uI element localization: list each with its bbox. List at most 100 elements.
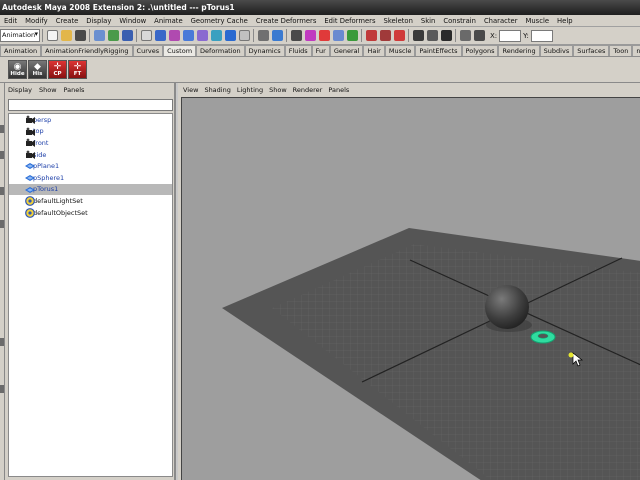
- perspective-viewport[interactable]: [181, 97, 640, 480]
- select-hierarchy-icon[interactable]: [93, 30, 105, 41]
- shelf-tab-general[interactable]: General: [329, 45, 364, 56]
- menu-window[interactable]: Window: [115, 17, 150, 25]
- shelf-tab-animation-friendly-rigging[interactable]: AnimationFriendlyRigging: [41, 45, 133, 56]
- highlight-selection-icon[interactable]: [271, 30, 283, 41]
- viewport-menu-shading[interactable]: Shading: [204, 86, 230, 94]
- move-handle-icon[interactable]: [568, 352, 574, 358]
- outliner-menu-show[interactable]: Show: [39, 86, 57, 94]
- outliner-menu-panels[interactable]: Panels: [64, 86, 85, 94]
- shelf-tab-fur[interactable]: Fur: [311, 45, 330, 56]
- outliner-item-ptorus1[interactable]: pTorus1: [9, 183, 172, 196]
- toolbox-layout-icon[interactable]: [0, 338, 4, 346]
- menu-edit-deformers[interactable]: Edit Deformers: [320, 17, 379, 25]
- y-field[interactable]: [530, 29, 553, 42]
- shelf-tab-rendering[interactable]: Rendering: [498, 45, 540, 56]
- shelf-tab-fluids[interactable]: Fluids: [284, 45, 312, 56]
- shelf-tab-dynamics[interactable]: Dynamics: [244, 45, 285, 56]
- snap-point-icon[interactable]: [318, 30, 330, 41]
- numeric-input: X: Y:: [488, 29, 553, 42]
- outliner-item-top[interactable]: top: [9, 126, 172, 138]
- x-field[interactable]: [499, 29, 522, 42]
- shelf-tab-surfaces[interactable]: Surfaces: [573, 45, 610, 56]
- outliner-item-front[interactable]: front: [9, 137, 172, 149]
- shelf-tab-toon[interactable]: Toon: [609, 45, 633, 56]
- viewport-menu-panels[interactable]: Panels: [328, 86, 349, 94]
- outliner-filter-field[interactable]: [8, 99, 173, 111]
- shelf-tab-hair[interactable]: Hair: [363, 45, 385, 56]
- render-settings-icon[interactable]: [440, 30, 452, 41]
- select-object-icon[interactable]: [107, 30, 119, 41]
- history-input-icon[interactable]: [365, 30, 377, 41]
- psphere1-mesh[interactable]: [485, 285, 529, 329]
- shelf-tab-curves[interactable]: Curves: [132, 45, 164, 56]
- window-title: Autodesk Maya 2008 Extension 2: .\untitl…: [0, 0, 640, 15]
- menu-skin[interactable]: Skin: [417, 17, 439, 25]
- input-line-menu-icon[interactable]: [459, 30, 471, 41]
- shelf-freeze-transform-button[interactable]: ✛ FT: [68, 60, 87, 79]
- history-output-icon[interactable]: [379, 30, 391, 41]
- outliner-item-side[interactable]: side: [9, 149, 172, 161]
- mask-handles-icon[interactable]: [140, 30, 152, 41]
- snap-curve-icon[interactable]: [304, 30, 316, 41]
- mask-joints-icon[interactable]: [154, 30, 166, 41]
- toolbox-select-icon[interactable]: [0, 125, 4, 133]
- shelf-center-pivot-button[interactable]: ✛ CP: [48, 60, 67, 79]
- save-scene-icon[interactable]: [74, 30, 86, 41]
- shelf-tab-animation[interactable]: Animation: [0, 45, 42, 56]
- outliner-menu: Display Show Panels: [5, 83, 174, 97]
- menu-edit[interactable]: Edit: [0, 17, 21, 25]
- open-scene-icon[interactable]: [60, 30, 72, 41]
- menu-muscle[interactable]: Muscle: [522, 17, 554, 25]
- outliner-item-psphere1[interactable]: pSphere1: [9, 172, 172, 184]
- shelf-hide-button[interactable]: ◉ Hide: [8, 60, 27, 79]
- toolbox-rotate-icon[interactable]: [0, 187, 4, 195]
- lock-selection-icon[interactable]: [257, 30, 269, 41]
- menu-character[interactable]: Character: [480, 17, 522, 25]
- ipr-render-icon[interactable]: [426, 30, 438, 41]
- toolbox-move-icon[interactable]: [0, 151, 4, 159]
- shelf-history-button[interactable]: ◆ His: [28, 60, 47, 79]
- select-component-icon[interactable]: [121, 30, 133, 41]
- outliner-item-defaultobjectset[interactable]: defaultObjectSet: [9, 207, 172, 219]
- menu-constrain[interactable]: Constrain: [439, 17, 480, 25]
- menu-geometry-cache[interactable]: Geometry Cache: [187, 17, 252, 25]
- mask-rendering-icon[interactable]: [224, 30, 236, 41]
- viewport-menu-renderer[interactable]: Renderer: [293, 86, 323, 94]
- render-frame-icon[interactable]: [412, 30, 424, 41]
- viewport-menu-show[interactable]: Show: [269, 86, 287, 94]
- menu-display[interactable]: Display: [82, 17, 115, 25]
- shelf-tab-polygons[interactable]: Polygons: [461, 45, 499, 56]
- shelf-tab-deformation[interactable]: Deformation: [196, 45, 245, 56]
- snap-view-plane-icon[interactable]: [332, 30, 344, 41]
- menu-create[interactable]: Create: [52, 17, 83, 25]
- menu-modify[interactable]: Modify: [21, 17, 52, 25]
- shelf-tab-ncloth[interactable]: nCloth: [632, 45, 640, 56]
- make-live-icon[interactable]: [346, 30, 358, 41]
- shelf-tab-subdivs[interactable]: Subdivs: [539, 45, 574, 56]
- toolbox-layout-icon[interactable]: [0, 385, 4, 393]
- construction-history-icon[interactable]: [393, 30, 405, 41]
- outliner-item-persp[interactable]: persp: [9, 114, 172, 126]
- transform-mode-icon[interactable]: [473, 30, 485, 41]
- mask-dynamics-icon[interactable]: [210, 30, 222, 41]
- outliner-item-defaultlightset[interactable]: defaultLightSet: [9, 195, 172, 207]
- shelf-tab-muscle[interactable]: Muscle: [384, 45, 416, 56]
- menu-set-dropdown[interactable]: Animation: [0, 29, 40, 42]
- menu-create-deformers[interactable]: Create Deformers: [252, 17, 321, 25]
- outliner-menu-display[interactable]: Display: [8, 86, 32, 94]
- menu-animate[interactable]: Animate: [150, 17, 186, 25]
- menu-skeleton[interactable]: Skeleton: [380, 17, 417, 25]
- shelf-tab-custom[interactable]: Custom: [163, 45, 197, 56]
- snap-grid-icon[interactable]: [290, 30, 302, 41]
- viewport-menu-view[interactable]: View: [183, 86, 198, 94]
- mask-curves-icon[interactable]: [168, 30, 180, 41]
- mask-surfaces-icon[interactable]: [182, 30, 194, 41]
- new-scene-icon[interactable]: [46, 30, 58, 41]
- mask-deformers-icon[interactable]: [196, 30, 208, 41]
- mask-misc-icon[interactable]: [238, 30, 250, 41]
- menu-help[interactable]: Help: [553, 17, 577, 25]
- shelf-tab-paint-effects[interactable]: PaintEffects: [415, 45, 462, 56]
- outliner-item-pplane1[interactable]: pPlane1: [9, 160, 172, 172]
- viewport-menu-lighting[interactable]: Lighting: [237, 86, 263, 94]
- toolbox-scale-icon[interactable]: [0, 220, 4, 228]
